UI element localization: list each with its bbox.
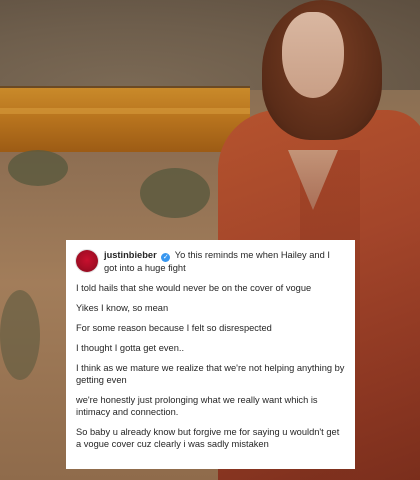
caption-paragraph: I told hails that she would never be on … (76, 283, 312, 293)
verified-badge-icon: ✓ (161, 253, 171, 262)
desert-shrub (8, 150, 68, 186)
caption-paragraph: I thought I gotta get even.. (76, 343, 185, 353)
profile-avatar[interactable] (76, 250, 98, 272)
caption-paragraph: Yikes I know, so mean (76, 303, 169, 313)
desert-shrub (140, 168, 210, 218)
caption-header: justinbieber ✓ Yo this reminds me when H… (76, 249, 345, 274)
person-face (282, 12, 344, 98)
desert-shrub (0, 290, 40, 380)
mirror-reflection (0, 108, 250, 114)
mirrored-structure (0, 86, 250, 156)
username-link[interactable]: justinbieber (104, 250, 157, 260)
caption-paragraph: we're honestly just prolonging what we r… (76, 395, 318, 417)
caption-paragraph: For some reason because I felt so disres… (76, 323, 272, 333)
caption-paragraph: I think as we mature we realize that we'… (76, 363, 345, 385)
caption-paragraph: So baby u already know but forgive me fo… (76, 427, 340, 449)
instagram-caption-card: justinbieber ✓ Yo this reminds me when H… (66, 240, 355, 469)
caption-first-line: justinbieber ✓ Yo this reminds me when H… (104, 249, 345, 274)
